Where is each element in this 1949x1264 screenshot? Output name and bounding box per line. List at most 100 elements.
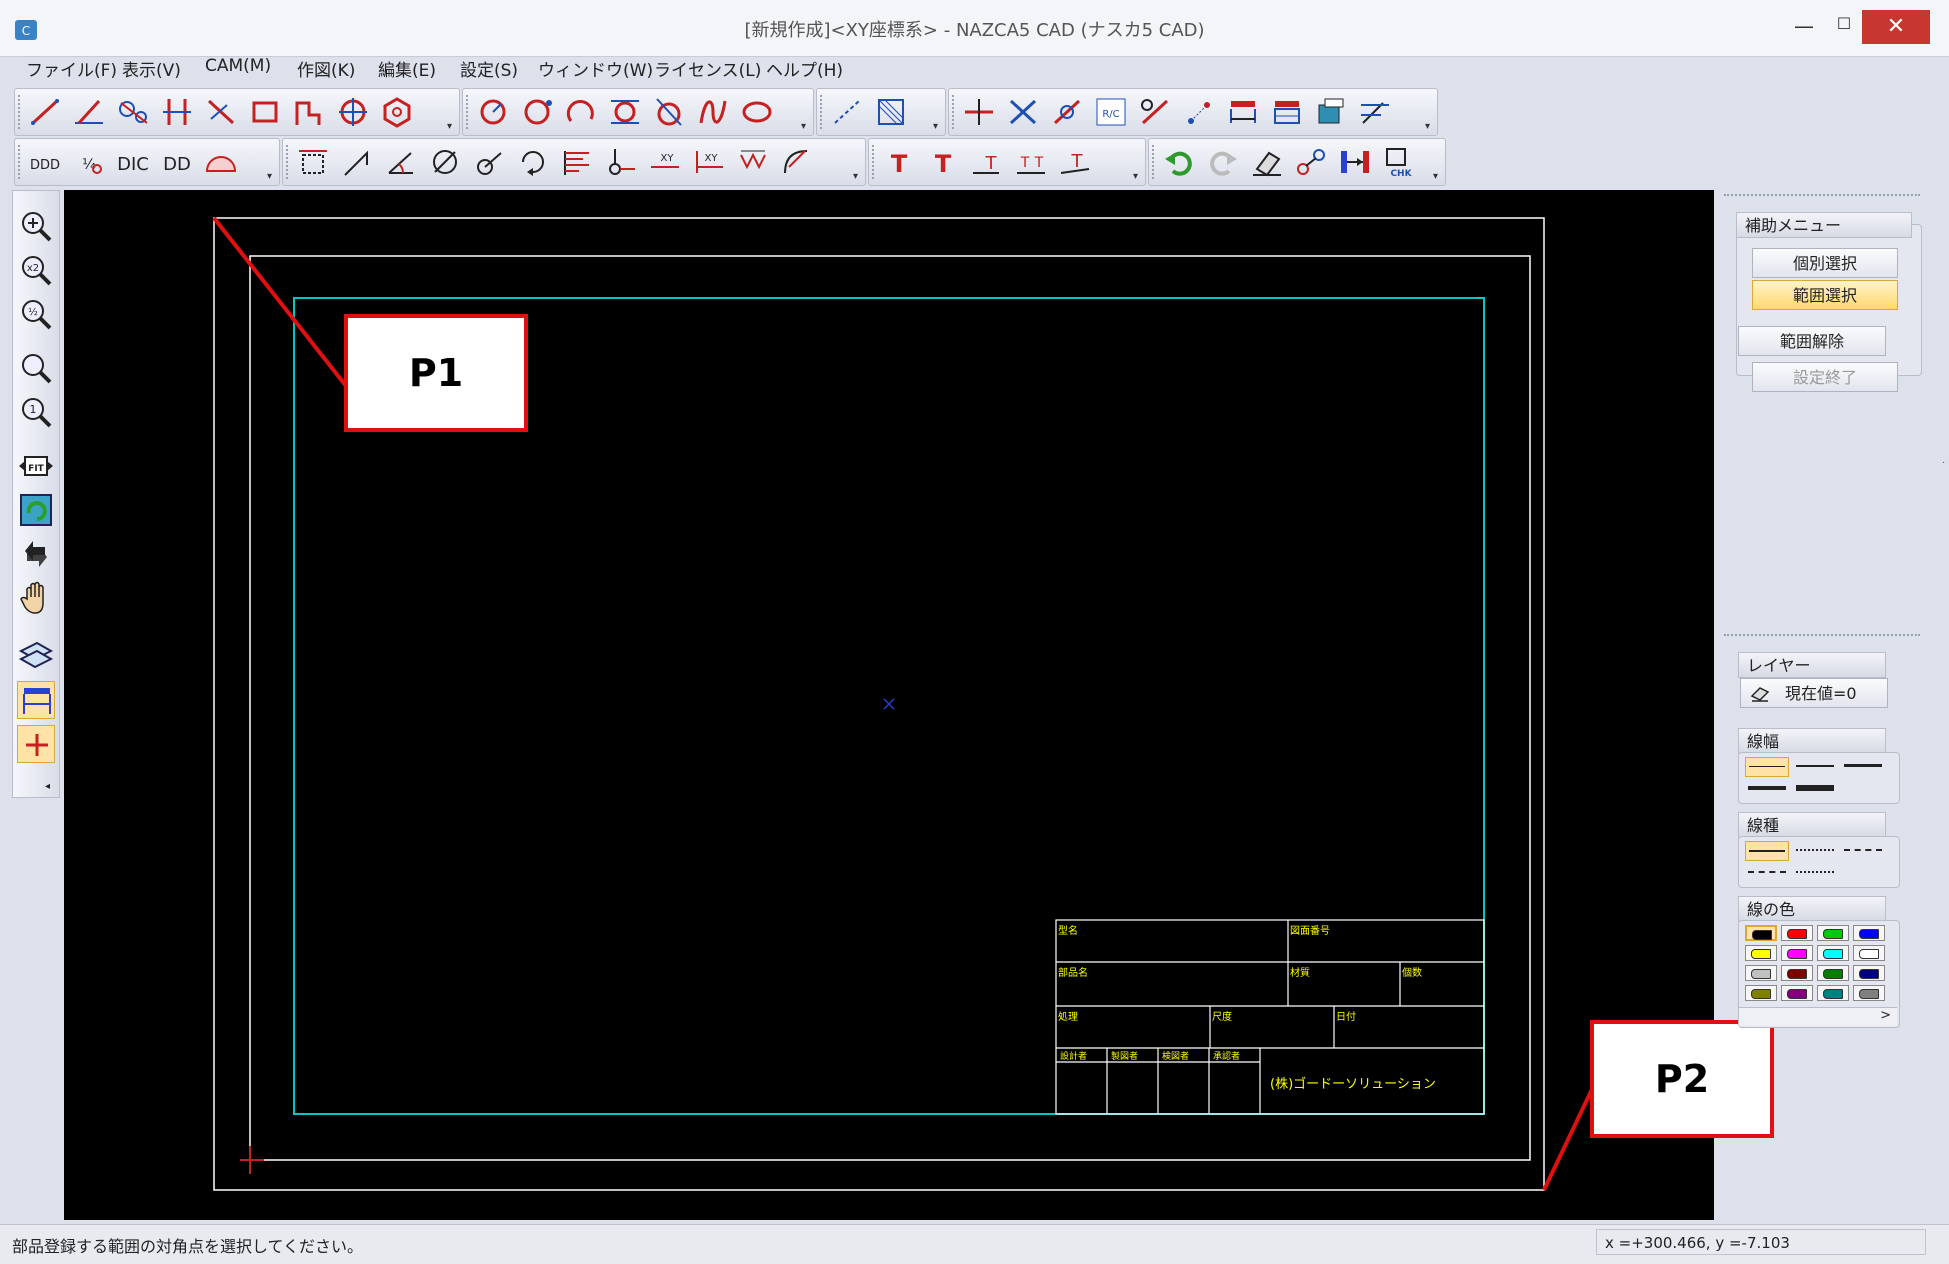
surface-finish-icon[interactable] [735,145,771,179]
xy-table-icon[interactable]: XY [691,145,727,179]
check-icon[interactable]: CHK [1381,145,1417,179]
toolbar-overflow-icon[interactable]: ▾ [801,121,811,133]
color-swatch[interactable] [1781,925,1813,941]
circle-tangent-line-icon[interactable] [651,95,687,129]
protractor-icon[interactable] [203,145,239,179]
distance-icon[interactable] [1337,145,1373,179]
move-icon[interactable]: ¼ [71,145,107,179]
diameter-icon[interactable] [427,145,463,179]
menu-help[interactable]: ヘルプ(H) [766,56,843,81]
toolbar-grip[interactable] [820,95,825,129]
polyline-icon[interactable] [291,95,327,129]
toolbar-grip[interactable] [1152,145,1157,179]
end-setting-button[interactable]: 設定終了 [1752,362,1898,392]
measure-icon[interactable] [1357,95,1393,129]
connect-icon[interactable] [1293,145,1329,179]
rectangle-icon[interactable] [247,95,283,129]
line-width-thick[interactable] [1841,757,1885,777]
color-swatch[interactable] [1781,965,1813,981]
text-style-icon[interactable]: T [1057,145,1093,179]
undo-icon[interactable] [1161,145,1197,179]
leader-icon[interactable] [339,145,375,179]
extend-icon[interactable] [1049,95,1085,129]
toolbar-overflow-icon[interactable]: ▾ [933,121,943,133]
layer-block-icon[interactable] [1313,95,1349,129]
point-icon[interactable] [1181,95,1217,129]
redraw-icon[interactable] [17,491,55,529]
color-swatch[interactable] [1745,945,1777,961]
radius-icon[interactable] [471,145,507,179]
line-type-solid[interactable] [1745,841,1789,861]
aux-line-icon[interactable] [829,95,865,129]
color-swatch[interactable] [1853,965,1885,981]
pan-hand-icon[interactable] [17,579,55,617]
color-swatch[interactable] [1817,985,1849,1001]
toolbar-overflow-icon[interactable]: ▾ [853,171,863,183]
layer-icon[interactable] [17,637,55,675]
menu-settings[interactable]: 設定(S) [460,56,518,81]
color-scrollbar[interactable]: > [1739,1007,1897,1026]
toolbar-overflow-icon[interactable]: ▾ [1133,171,1143,183]
line-type-dash-dot-dot[interactable] [1793,863,1837,883]
fit-icon[interactable]: FIT [17,447,55,485]
angle-dim-icon[interactable] [383,145,419,179]
copy-array-icon[interactable]: DDD [27,145,63,179]
polygon-icon[interactable] [379,95,415,129]
eraser-icon[interactable] [1249,145,1285,179]
line-type-dash-dot[interactable] [1745,863,1789,883]
circle-icon[interactable] [475,95,511,129]
swap-view-icon[interactable] [17,535,55,573]
tangent-line-icon[interactable] [115,95,151,129]
menu-edit[interactable]: 編集(E) [378,56,436,81]
panel-grip[interactable] [1724,194,1920,196]
coordinate-dim-icon[interactable] [559,145,595,179]
toolbar-grip[interactable] [18,95,23,129]
color-swatch[interactable] [1817,965,1849,981]
curve-icon[interactable] [695,95,731,129]
line-width-medium[interactable] [1793,757,1837,777]
toolbar-overflow-icon[interactable]: ▾ [267,171,277,183]
arc-icon[interactable] [563,95,599,129]
color-swatch[interactable] [1853,985,1885,1001]
color-swatch[interactable] [1853,925,1885,941]
grid-icon[interactable] [17,681,55,719]
hatch-icon[interactable] [873,95,909,129]
chamfer-dim-icon[interactable] [779,145,815,179]
color-swatch[interactable] [1853,945,1885,961]
break-icon[interactable] [1137,95,1173,129]
menu-file[interactable]: ファイル(F) [26,56,117,81]
color-swatch[interactable] [1745,925,1777,941]
line-icon[interactable] [27,95,63,129]
line-width-bold[interactable] [1745,779,1789,799]
tangent-circle-icon[interactable] [607,95,643,129]
zoom-x2-icon[interactable]: x2 [17,251,55,289]
dimension-table-icon[interactable] [1269,95,1305,129]
minimize-button[interactable]: — [1790,14,1818,38]
zoom-window-icon[interactable] [17,349,55,387]
drawing-canvas[interactable]: 型名 図面番号 部品名 材質 個数 処理 尺度 日付 設計者 製図者 検図者 承… [64,190,1774,1220]
line-width-thin[interactable] [1745,757,1789,777]
color-swatch[interactable] [1817,925,1849,941]
text-icon[interactable]: T [881,145,917,179]
range-select-button[interactable]: 範囲選択 [1752,280,1898,310]
trim-icon[interactable] [961,95,997,129]
circle-center-icon[interactable] [335,95,371,129]
menu-license[interactable]: ライセンス(L) [654,56,761,81]
cursor-cross-icon[interactable] [17,725,55,763]
close-button[interactable]: ✕ [1862,10,1930,44]
mirror-icon[interactable]: DIC [115,145,151,179]
line-width-extra-bold[interactable] [1793,779,1837,799]
color-swatch[interactable] [1817,945,1849,961]
toolbar-overflow-icon[interactable]: ▾ [447,121,457,133]
color-swatch[interactable] [1745,985,1777,1001]
menu-draw[interactable]: 作図(K) [297,56,355,81]
zoom-1to1-icon[interactable]: 1 [17,393,55,431]
toolbar-overflow-icon[interactable]: ▾ [1425,121,1435,133]
panel-grip[interactable] [1724,634,1920,636]
color-swatch[interactable] [1781,945,1813,961]
menu-cam[interactable]: CAM(M) [205,56,271,76]
scale-icon[interactable]: DD [159,145,195,179]
angle-line-icon[interactable] [71,95,107,129]
toolbar-grip[interactable] [18,145,23,179]
range-clear-button[interactable]: 範囲解除 [1738,326,1886,356]
